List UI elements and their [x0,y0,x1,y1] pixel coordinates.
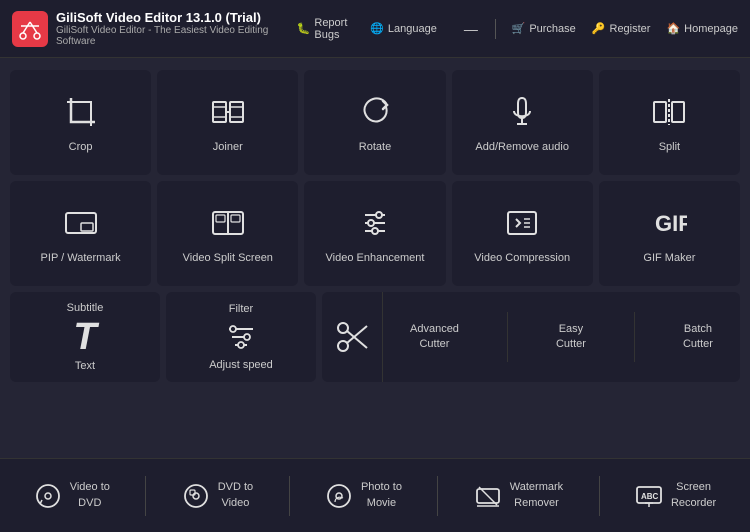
tool-video-split-screen[interactable]: Video Split Screen [157,181,298,286]
cutter-labels: Advanced Cutter Easy Cutter Batch Cutter [382,292,740,382]
split-label: Split [659,140,680,154]
batch-cutter-label: Batch Cutter [677,314,719,361]
divider [495,19,496,39]
watermark-label: WatermarkRemover [510,480,563,511]
home-icon: 🏠 [666,22,680,35]
register-link[interactable]: 🔑 Register [592,22,651,35]
divider-2 [289,476,290,516]
main-content: Crop Joiner [0,58,750,458]
tool-grid-row1: Crop Joiner [10,70,740,175]
easy-cutter-label: Easy Cutter [550,314,592,361]
joiner-icon [210,94,246,130]
app-logo [12,11,48,47]
gif-icon: GIF [651,205,687,241]
bottom-bar: Video toDVD DVD toVideo Photo toMovie [0,458,750,532]
photo-movie-icon [325,482,353,510]
divider1 [507,312,508,362]
tool-filter-adjust[interactable]: Filter Adjust speed [166,292,316,382]
pip-label: PIP / Watermark [41,251,121,265]
rotate-icon [357,94,393,130]
tool-video-enhancement[interactable]: Video Enhancement [304,181,445,286]
pip-icon [63,205,99,241]
bottom-video-to-dvd[interactable]: Video toDVD [22,472,122,519]
bottom-watermark-remover[interactable]: WatermarkRemover [462,472,575,519]
tool-rotate[interactable]: Rotate [304,70,445,175]
divider2 [634,312,635,362]
watermark-icon [474,482,502,510]
advanced-cutter-label: Advanced Cutter [404,314,465,361]
gif-label: GIF Maker [643,251,695,265]
language-link[interactable]: 🌐 Language [370,22,437,35]
tool-add-remove-audio[interactable]: Add/Remove audio [452,70,593,175]
dvd-video-icon [182,482,210,510]
split-screen-icon [210,205,246,241]
title-text: GiliSoft Video Editor 13.1.0 (Trial) Gil… [56,10,297,47]
purchase-link[interactable]: 🛒 Purchase [512,22,576,35]
filter-icon [225,321,257,353]
divider-3 [437,476,438,516]
enhancement-label: Video Enhancement [326,251,425,265]
compression-icon [504,205,540,241]
tool-video-compression[interactable]: Video Compression [452,181,593,286]
app-title: GiliSoft Video Editor 13.1.0 (Trial) [56,10,297,25]
add-remove-audio-label: Add/Remove audio [475,140,569,154]
subtitle-label: Subtitle [67,302,104,314]
tool-split[interactable]: Split [599,70,740,175]
tool-grid-row2: PIP / Watermark Video Split Screen [10,181,740,286]
enhancement-icon [357,205,393,241]
text-label: Text [75,360,95,372]
divider-1 [145,476,146,516]
video-dvd-label: Video toDVD [70,480,110,511]
split-icon [651,94,687,130]
text-icon: T [73,318,96,356]
tool-cutters-group[interactable]: Advanced Cutter Easy Cutter Batch Cutter [322,292,740,382]
bottom-photo-to-movie[interactable]: Photo toMovie [313,472,414,519]
bottom-screen-recorder[interactable]: ABC ScreenRecorder [623,472,728,519]
crop-label: Crop [69,140,93,154]
minimize-button[interactable]: — [463,21,479,37]
rotate-label: Rotate [359,140,391,154]
audio-icon [504,94,540,130]
tool-crop[interactable]: Crop [10,70,151,175]
cart-icon: 🛒 [512,22,526,35]
tool-pip-watermark[interactable]: PIP / Watermark [10,181,151,286]
video-dvd-icon [34,482,62,510]
homepage-link[interactable]: 🏠 Homepage [666,22,738,35]
tool-grid-row3: Subtitle T Text Filter Adjust speed [10,292,740,382]
report-bugs-link[interactable]: 🐛 Report Bugs [297,17,355,41]
adjust-label: Adjust speed [209,359,273,371]
svg-text:ABC: ABC [641,492,659,501]
svg-text:GIF: GIF [655,211,687,236]
window-controls: — [463,21,479,37]
tool-joiner[interactable]: Joiner [157,70,298,175]
screen-recorder-label: ScreenRecorder [671,480,716,511]
title-left: GiliSoft Video Editor 13.1.0 (Trial) Gil… [12,10,297,47]
filter-label: Filter [229,303,253,315]
split-screen-label: Video Split Screen [183,251,273,265]
dvd-video-label: DVD toVideo [218,480,253,511]
globe-icon: 🌐 [370,22,384,35]
compression-label: Video Compression [474,251,570,265]
tool-text-subtitle[interactable]: Subtitle T Text [10,292,160,382]
photo-movie-label: Photo toMovie [361,480,402,511]
tool-gif-maker[interactable]: GIF GIF Maker [599,181,740,286]
joiner-label: Joiner [213,140,243,154]
app-subtitle: GiliSoft Video Editor - The Easiest Vide… [56,25,297,47]
screen-recorder-icon: ABC [635,482,663,510]
bottom-dvd-to-video[interactable]: DVD toVideo [170,472,265,519]
bug-icon: 🐛 [297,22,311,35]
title-right: 🐛 Report Bugs 🌐 Language — 🛒 Purchase 🔑 … [297,17,738,41]
title-bar: GiliSoft Video Editor 13.1.0 (Trial) Gil… [0,0,750,58]
divider-4 [599,476,600,516]
crop-icon [63,94,99,130]
key-icon: 🔑 [592,22,606,35]
scissors-icon-area [322,318,382,356]
